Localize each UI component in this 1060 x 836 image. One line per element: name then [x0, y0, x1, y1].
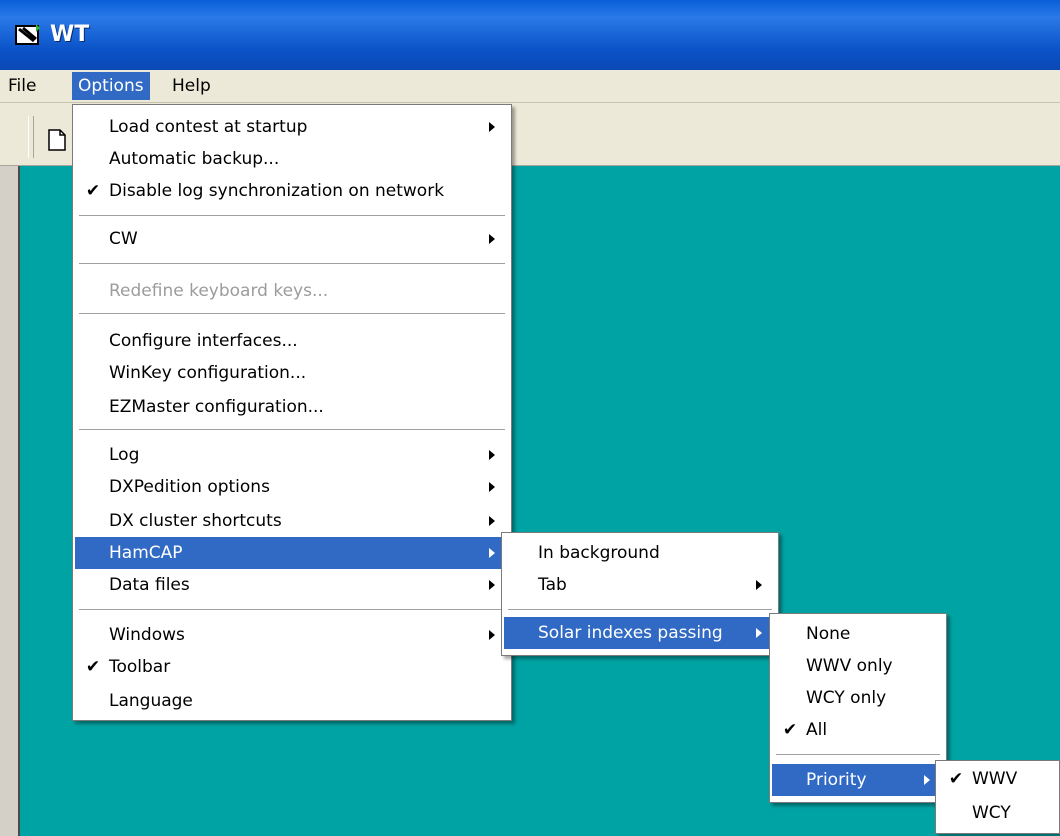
menu-item-label: Solar indexes passing: [538, 623, 723, 643]
menu-item-tab[interactable]: Tab: [504, 569, 776, 601]
menu-item-label: All: [806, 720, 828, 740]
menu-options[interactable]: Options: [72, 72, 150, 100]
menu-item-label: Load contest at startup: [109, 117, 308, 137]
menu-item-label: CW: [109, 229, 138, 249]
menu-separator: [79, 313, 505, 315]
menu-item-label: Data files: [109, 575, 190, 595]
menu-item-label: Tab: [538, 575, 567, 595]
new-document-icon[interactable]: [48, 129, 66, 151]
menu-item-label: Language: [109, 691, 193, 711]
menu-help[interactable]: Help: [166, 72, 217, 100]
submenu-arrow-icon: [756, 580, 762, 590]
menu-item-label: DX cluster shortcuts: [109, 511, 282, 531]
menu-file[interactable]: File: [2, 72, 42, 100]
menu-item-label: Log: [109, 445, 140, 465]
menu-item-label: Automatic backup...: [109, 149, 280, 169]
hamcap-submenu: In background Tab Solar indexes passing: [501, 532, 779, 656]
menu-separator: [79, 429, 505, 431]
menu-item-label: In background: [538, 543, 660, 563]
menu-item-cw[interactable]: CW: [75, 223, 509, 255]
menu-item-wwv-only[interactable]: WWV only: [772, 650, 944, 682]
submenu-arrow-icon: [924, 775, 930, 785]
menu-item-label: EZMaster configuration...: [109, 397, 324, 417]
menu-item-label: WWV only: [806, 656, 893, 676]
submenu-arrow-icon: [489, 450, 495, 460]
submenu-arrow-icon: [489, 516, 495, 526]
menu-item-wwv[interactable]: ✔ WWV: [938, 763, 1057, 795]
menu-item-language[interactable]: Language: [75, 685, 509, 717]
menu-item-solar-indexes-passing[interactable]: Solar indexes passing: [504, 617, 776, 649]
menu-item-disable-log-sync[interactable]: ✔ Disable log synchronization on network: [75, 175, 509, 207]
menu-item-log[interactable]: Log: [75, 439, 509, 471]
app-icon: [15, 24, 40, 45]
submenu-arrow-icon: [489, 580, 495, 590]
menu-item-data-files[interactable]: Data files: [75, 569, 509, 601]
submenu-arrow-icon: [489, 548, 495, 558]
checkmark-icon: ✔: [782, 720, 798, 740]
menu-item-dx-cluster-shortcuts[interactable]: DX cluster shortcuts: [75, 505, 509, 537]
submenu-arrow-icon: [489, 234, 495, 244]
submenu-arrow-icon: [489, 630, 495, 640]
menu-item-label: WCY: [972, 803, 1011, 823]
menu-item-winkey-configuration[interactable]: WinKey configuration...: [75, 357, 509, 389]
menu-item-label: Redefine keyboard keys...: [109, 281, 329, 301]
checkmark-icon: ✔: [948, 769, 964, 789]
menu-item-ezmaster-configuration[interactable]: EZMaster configuration...: [75, 391, 509, 423]
menu-item-label: Configure interfaces...: [109, 331, 298, 351]
menu-separator: [79, 263, 505, 265]
solar-indexes-submenu: None WWV only WCY only ✔ All Priority: [769, 613, 947, 803]
menu-item-wcy[interactable]: WCY: [938, 797, 1057, 829]
menu-bar: File Options Help: [0, 70, 1060, 103]
menu-item-label: Windows: [109, 625, 185, 645]
menu-item-label: Disable log synchronization on network: [109, 181, 445, 201]
menu-separator: [79, 609, 505, 611]
menu-item-label: Priority: [806, 770, 867, 790]
menu-item-label: WWV: [972, 769, 1018, 789]
menu-item-none[interactable]: None: [772, 618, 944, 650]
menu-item-in-background[interactable]: In background: [504, 537, 776, 569]
menu-item-label: HamCAP: [109, 543, 183, 563]
window-title: WT: [50, 22, 90, 47]
checkmark-icon: ✔: [85, 181, 101, 201]
menu-item-wcy-only[interactable]: WCY only: [772, 682, 944, 714]
toolbar-grip[interactable]: [28, 116, 34, 158]
menu-item-label: Toolbar: [109, 657, 171, 677]
menu-item-toolbar[interactable]: ✔ Toolbar: [75, 651, 509, 683]
menu-separator: [79, 215, 505, 217]
submenu-arrow-icon: [489, 122, 495, 132]
menu-item-label: WCY only: [806, 688, 887, 708]
menu-separator: [776, 754, 940, 756]
menu-item-hamcap[interactable]: HamCAP: [75, 537, 509, 569]
title-bar[interactable]: WT: [0, 0, 1060, 70]
checkmark-icon: ✔: [85, 657, 101, 677]
menu-item-redefine-keyboard-keys: Redefine keyboard keys...: [75, 275, 509, 307]
menu-item-all[interactable]: ✔ All: [772, 714, 944, 746]
menu-item-dxpedition-options[interactable]: DXPedition options: [75, 471, 509, 503]
submenu-arrow-icon: [489, 482, 495, 492]
menu-item-label: None: [806, 624, 851, 644]
menu-item-configure-interfaces[interactable]: Configure interfaces...: [75, 325, 509, 357]
options-menu: Load contest at startup Automatic backup…: [72, 104, 512, 721]
menu-item-label: DXPedition options: [109, 477, 270, 497]
menu-item-load-contest-at-startup[interactable]: Load contest at startup: [75, 111, 509, 143]
left-frame: [0, 166, 18, 836]
menu-item-label: WinKey configuration...: [109, 363, 307, 383]
menu-separator: [508, 609, 772, 611]
priority-submenu: ✔ WWV WCY: [935, 760, 1060, 834]
menu-item-windows[interactable]: Windows: [75, 619, 509, 651]
menu-item-automatic-backup[interactable]: Automatic backup...: [75, 143, 509, 175]
menu-item-priority[interactable]: Priority: [772, 764, 944, 796]
submenu-arrow-icon: [756, 628, 762, 638]
